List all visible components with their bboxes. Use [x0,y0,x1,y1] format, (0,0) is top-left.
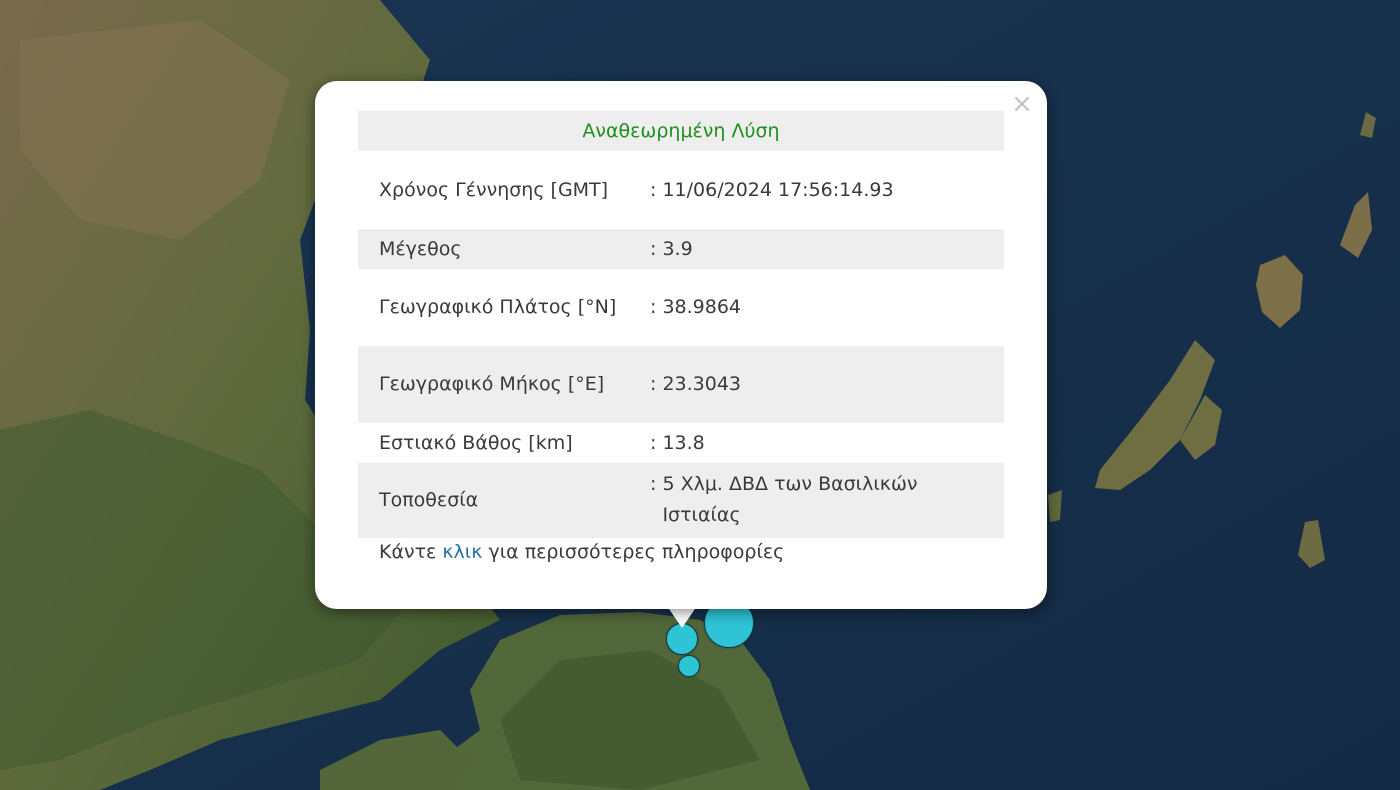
earthquake-marker-small[interactable] [678,655,700,677]
table-row: Χρόνος Γέννησης [GMT] : 11/06/2024 17:56… [358,151,1004,229]
island-7 [1048,490,1062,522]
magnitude-value: 3.9 [662,237,693,260]
row-value: : 38.9864 [630,269,1004,346]
row-label: Τοποθεσία [379,489,479,511]
origin-time-value: 11/06/2024 17:56:14.93 [662,178,894,201]
longitude-value: 23.3043 [662,373,742,395]
table-row: Γεωγραφικό Πλάτος [°N] : 38.9864 [358,269,1004,346]
row-colon: : [650,373,663,395]
more-info-text: Κάντε κλικ για περισσότερες πληροφορίες [379,541,784,563]
row-value: : 23.3043 [630,346,1004,423]
popup-title: Αναθεωρημένη Λύση [358,111,1004,151]
row-value: : 3.9 [630,229,1004,269]
row-label: Μέγεθος [379,237,462,260]
row-colon: : [650,237,663,260]
row-label: Γεωγραφικό Πλάτος [°N] [379,296,617,318]
latitude-value: 38.9864 [662,296,742,318]
row-label: Εστιακό Βάθος [km] [379,431,573,454]
row-colon: : [650,431,663,454]
table-row: Τοποθεσία : 5 Χλμ. ΔΒΔ των Βασιλικών Ιστ… [358,463,1004,538]
row-colon: : [650,473,663,495]
more-info-link[interactable]: κλικ [442,541,482,563]
row-value: : 5 Χλμ. ΔΒΔ των Βασιλικών Ιστιαίας [630,463,1004,538]
earthquake-info-popup: × Αναθεωρημένη Λύση Χρόνος Γέννησης [GMT… [315,81,1047,609]
more-info-suffix: για περισσότερες πληροφορίες [482,541,785,563]
close-icon[interactable]: × [1009,89,1035,119]
info-table: Χρόνος Γέννησης [GMT] : 11/06/2024 17:56… [358,151,1004,538]
location-value: 5 Χλμ. ΔΒΔ των Βασιλικών Ιστιαίας [662,473,918,526]
row-value: : 11/06/2024 17:56:14.93 [630,151,1004,229]
row-label: Γεωγραφικό Μήκος [°E] [379,373,605,395]
row-colon: : [650,178,663,201]
row-value: : 13.8 [630,423,1004,463]
row-colon: : [650,296,663,318]
table-row: Μέγεθος : 3.9 [358,229,1004,269]
table-row: Εστιακό Βάθος [km] : 13.8 [358,423,1004,463]
table-row: Γεωγραφικό Μήκος [°E] : 23.3043 [358,346,1004,423]
more-info-prefix: Κάντε [379,541,443,563]
row-label: Χρόνος Γέννησης [GMT] [379,178,609,201]
depth-value: 13.8 [662,431,705,454]
